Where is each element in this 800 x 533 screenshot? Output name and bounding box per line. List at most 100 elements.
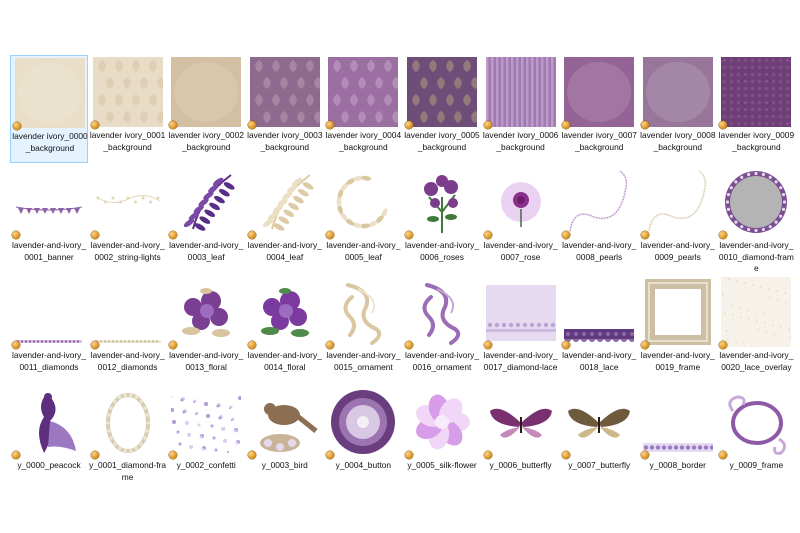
file-item[interactable]: lavender-and-ivory_0005_leaf <box>324 165 402 273</box>
file-item[interactable]: y_0006_butterfly <box>482 385 560 493</box>
sync-status-icon <box>483 451 492 459</box>
thumbnail-image <box>171 57 242 127</box>
sync-status-icon <box>562 451 571 459</box>
thumbnail-image <box>485 57 556 127</box>
file-item[interactable]: lavender-and-ivory_0009_pearls <box>639 165 717 273</box>
file-thumbnail <box>171 277 241 347</box>
thumbnail-image <box>15 206 83 214</box>
file-item[interactable]: lavender-and-ivory_0002_string-lights <box>89 165 167 273</box>
file-item[interactable]: lavender-and-ivory_0006_roses <box>403 165 481 273</box>
file-thumbnail <box>564 387 634 457</box>
file-name-label: lavender ivory_0000_background <box>12 131 88 153</box>
thumbnail-image <box>94 340 161 343</box>
sync-status-icon <box>90 231 99 239</box>
file-item[interactable]: lavender-and-ivory_0007_rose <box>482 165 560 273</box>
file-item[interactable]: y_0002_confetti <box>167 385 245 493</box>
sync-status-icon <box>562 231 571 239</box>
file-item[interactable]: lavender-and-ivory_0013_floral <box>167 275 245 383</box>
sync-status-icon <box>12 451 20 459</box>
sync-status-icon <box>247 121 256 129</box>
file-item[interactable]: lavender ivory_0007_background <box>560 55 638 163</box>
file-item[interactable]: y_0007_butterfly <box>560 385 638 493</box>
file-thumbnail <box>171 387 242 457</box>
file-thumbnail <box>328 277 398 347</box>
thumbnail-image <box>171 396 242 453</box>
thumbnail-image <box>564 57 635 127</box>
file-item[interactable]: y_0003_bird <box>246 385 324 493</box>
thumbnail-image <box>16 340 82 343</box>
sync-status-icon <box>640 451 649 459</box>
file-name-label: lavender ivory_0004_background <box>325 130 402 152</box>
file-name-label: lavender-and-ivory_0015_ornament <box>326 350 401 372</box>
sync-status-icon <box>562 121 571 129</box>
thumbnail-image <box>39 393 76 453</box>
thumbnail-image <box>642 57 713 127</box>
file-item[interactable]: lavender-and-ivory_0010_diamond-frame <box>717 165 795 273</box>
thumbnail-image <box>259 403 318 452</box>
file-item[interactable]: lavender-and-ivory_0016_ornament <box>403 275 481 383</box>
file-item[interactable]: y_0004_button <box>324 385 402 493</box>
file-item[interactable]: lavender ivory_0008_background <box>639 55 717 163</box>
file-item[interactable]: lavender ivory_0003_background <box>246 55 324 163</box>
thumbnail-image <box>184 174 235 231</box>
file-thumbnail <box>250 167 320 237</box>
file-item[interactable]: y_0000_peacock <box>10 385 88 493</box>
file-item[interactable]: lavender-and-ivory_0017_diamond-lace <box>482 275 560 383</box>
file-item[interactable]: lavender ivory_0005_background <box>403 55 481 163</box>
sync-status-icon <box>169 451 178 459</box>
file-item[interactable]: lavender-and-ivory_0003_leaf <box>167 165 245 273</box>
sync-status-icon <box>640 121 649 129</box>
file-thumbnail <box>250 387 320 457</box>
file-item[interactable]: lavender-and-ivory_0018_lace <box>560 275 638 383</box>
file-item[interactable]: y_0008_border <box>639 385 717 493</box>
file-thumbnail <box>407 387 477 457</box>
file-thumbnail <box>93 277 163 347</box>
file-thumbnail <box>485 277 556 347</box>
file-item[interactable]: lavender-and-ivory_0001_banner <box>10 165 88 273</box>
file-thumbnail <box>721 277 792 347</box>
thumbnail-image <box>182 288 231 337</box>
file-name-label: lavender ivory_0009_background <box>718 130 795 152</box>
file-name-label: lavender-and-ivory_0009_pearls <box>640 240 715 262</box>
file-thumbnail <box>14 167 84 237</box>
sync-status-icon <box>90 341 99 349</box>
sync-status-icon <box>405 231 413 239</box>
file-item[interactable]: y_0005_silk-flower <box>403 385 481 493</box>
sync-status-icon <box>483 341 492 349</box>
file-item[interactable]: lavender ivory_0004_background <box>324 55 402 163</box>
sync-status-icon <box>719 341 728 349</box>
file-thumbnail <box>485 57 556 127</box>
file-item[interactable]: lavender-and-ivory_0020_lace_overlay <box>717 275 795 383</box>
file-item[interactable]: lavender ivory_0009_background <box>717 55 795 163</box>
file-item[interactable]: y_0009_frame <box>717 385 795 493</box>
file-name-label: lavender ivory_0007_background <box>561 130 637 152</box>
sync-status-icon <box>169 121 178 129</box>
file-thumbnail <box>14 387 84 457</box>
file-item[interactable]: lavender-and-ivory_0004_leaf <box>246 165 324 273</box>
sync-status-icon <box>169 341 178 349</box>
file-item[interactable]: lavender-and-ivory_0012_diamonds <box>89 275 167 383</box>
file-item[interactable]: lavender-and-ivory_0008_pearls <box>560 165 638 273</box>
file-thumbnail <box>721 167 791 237</box>
sync-status-icon <box>13 122 21 130</box>
file-item[interactable]: lavender ivory_0006_background <box>482 55 560 163</box>
file-thumbnail <box>171 167 241 237</box>
file-item[interactable]: lavender-and-ivory_0014_floral <box>246 275 324 383</box>
file-name-label: lavender-and-ivory_0020_lace_overlay <box>719 350 794 372</box>
sync-status-icon <box>640 341 649 349</box>
file-thumbnail <box>15 58 85 128</box>
file-item[interactable]: lavender-and-ivory_0011_diamonds <box>10 275 88 383</box>
thumbnail-image <box>728 395 787 455</box>
file-thumbnail <box>564 57 635 127</box>
sync-status-icon <box>483 231 492 239</box>
file-item[interactable]: lavender ivory_0001_background <box>89 55 167 163</box>
file-thumbnail <box>93 387 163 457</box>
file-item[interactable]: lavender-and-ivory_0019_frame <box>639 275 717 383</box>
sync-status-icon <box>12 231 20 239</box>
file-item[interactable]: lavender ivory_0002_background <box>167 55 245 163</box>
file-item[interactable]: lavender-and-ivory_0015_ornament <box>324 275 402 383</box>
file-item[interactable]: y_0001_diamond-frame <box>89 385 167 493</box>
sync-status-icon <box>719 231 728 239</box>
file-item[interactable]: lavender ivory_0000_background <box>10 55 88 163</box>
file-name-label: y_0007_butterfly <box>568 460 631 470</box>
